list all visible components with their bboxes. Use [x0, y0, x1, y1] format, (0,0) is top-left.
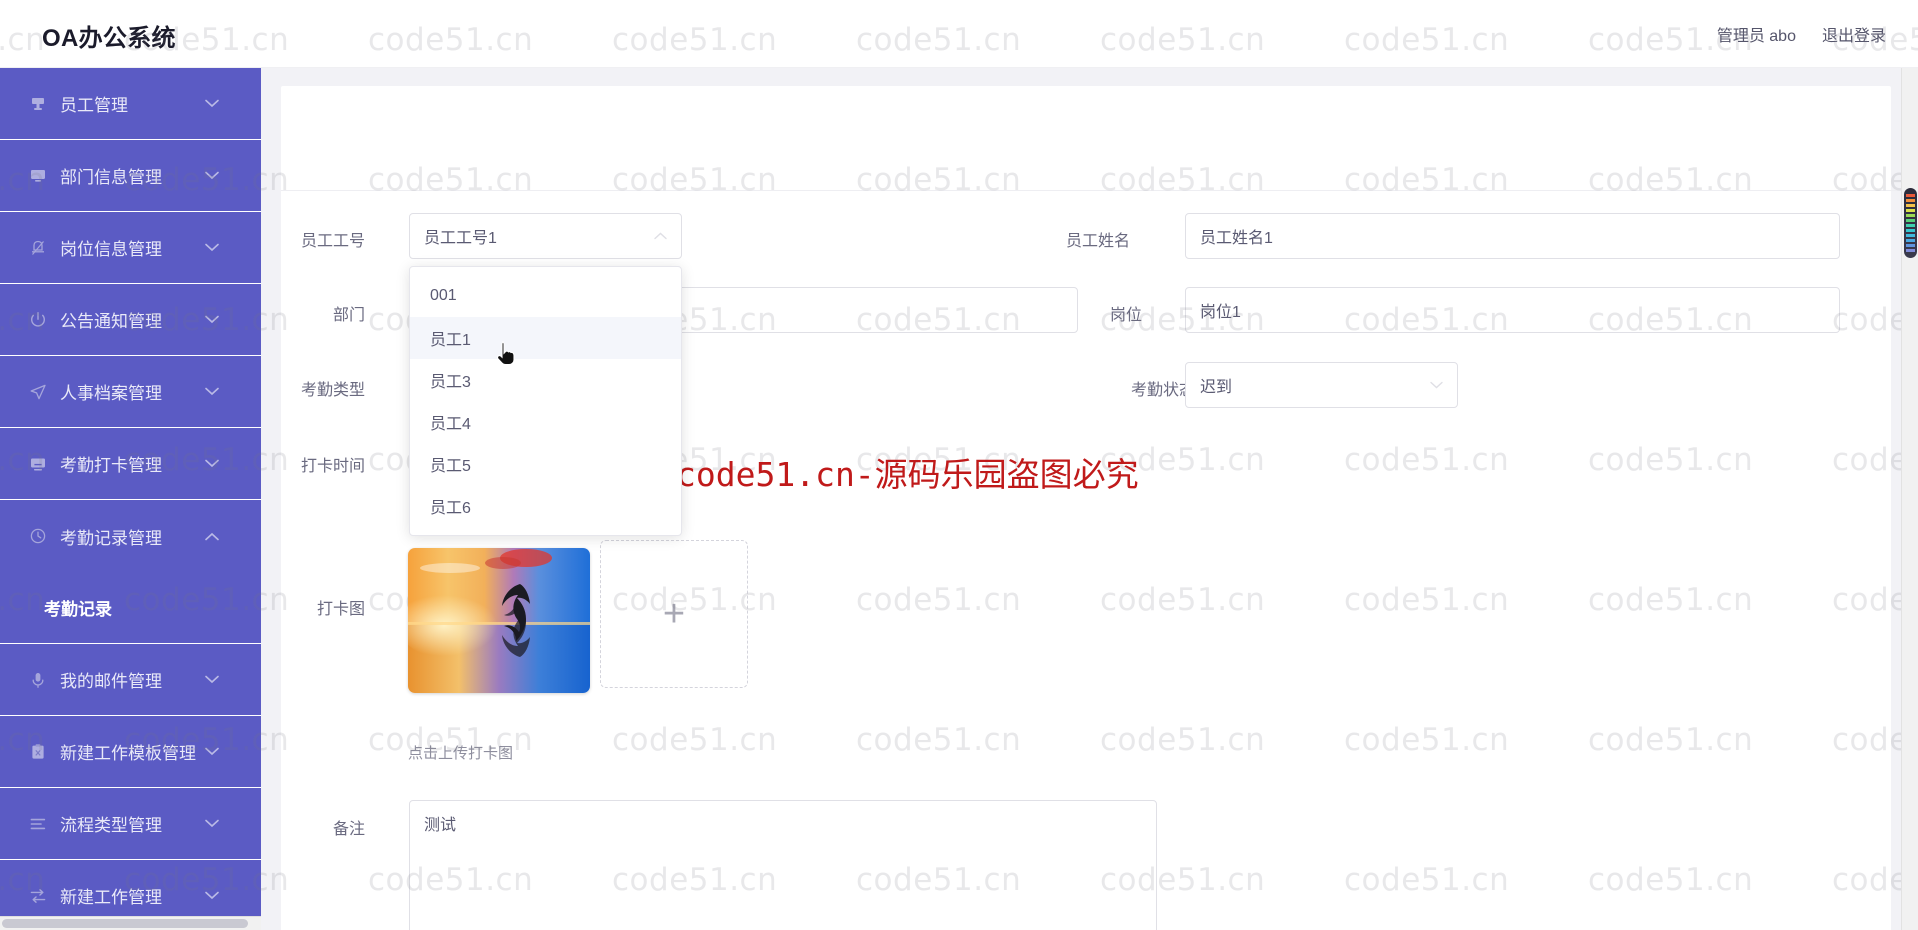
employee-name-value: 员工姓名1 [1200, 230, 1273, 247]
app-logo: OA办公系统 [42, 25, 176, 52]
current-user-label: 管理员 abo [1716, 28, 1796, 45]
chevron-down-icon[interactable] [205, 171, 219, 180]
employee-no-dropdown[interactable]: 001 员工1 员工3 员工4 员工5 员工6 [409, 266, 682, 536]
sidebar-subitem-label: 考勤记录 [44, 600, 112, 619]
sidebar-item-label: 部门信息管理 [60, 168, 162, 187]
chevron-down-icon[interactable] [205, 459, 219, 468]
dropdown-option[interactable]: 员工6 [410, 485, 681, 527]
chevron-down-icon[interactable] [205, 387, 219, 396]
new-work-icon [27, 886, 49, 906]
attendance-type-label: 考勤类型 [300, 382, 365, 399]
upload-hint-text: 点击上传打卡图 [408, 745, 514, 762]
chevron-up-icon[interactable] [654, 227, 667, 245]
position-value: 岗位1 [1200, 304, 1241, 321]
clock-icon [27, 526, 49, 546]
position-icon [27, 238, 49, 258]
personnel-file-icon [27, 382, 49, 402]
remark-label: 备注 [332, 821, 365, 838]
chevron-down-icon[interactable] [1430, 376, 1443, 394]
sidebar-item-employee[interactable]: 员工管理 [0, 68, 261, 140]
sidebar-item-label: 新建工作管理 [60, 888, 162, 907]
department-icon [27, 166, 49, 186]
employee-icon [27, 94, 49, 114]
sidebar-item-label: 流程类型管理 [60, 816, 162, 835]
chevron-down-icon[interactable] [205, 891, 219, 900]
logout-button[interactable]: 退出登录 [1822, 22, 1886, 46]
sidebar-item-personnel-file[interactable]: 人事档案管理 [0, 356, 261, 428]
punch-image-thumbnail[interactable] [408, 548, 590, 693]
position-label: 岗位 [1109, 307, 1142, 324]
plus-icon: + [662, 593, 686, 635]
remark-textarea[interactable]: 测试 [409, 800, 1157, 930]
remark-value: 测试 [424, 817, 457, 834]
punch-time-label: 打卡时间 [300, 458, 365, 475]
sidebar-item-work-template[interactable]: 新建工作模板管理 [0, 716, 261, 788]
red-watermark-text: code51.cn-源码乐园盗图必究 [676, 455, 1139, 494]
dolphin-sunset-image [408, 548, 590, 693]
vertical-scrollbar-thumb[interactable] [1904, 188, 1917, 258]
app-header: OA办公系统 管理员 abo 退出登录 [0, 0, 1918, 68]
upload-add-button[interactable]: + [600, 540, 748, 688]
flow-type-icon [27, 814, 49, 834]
horizontal-scrollbar-track[interactable] [0, 916, 261, 930]
sidebar-item-label: 考勤记录管理 [60, 528, 162, 548]
template-icon [27, 742, 49, 762]
sidebar-item-attendance-record-management[interactable]: 考勤记录管理 [0, 500, 261, 572]
chevron-down-icon[interactable] [205, 747, 219, 756]
employee-no-value: 员工工号1 [424, 230, 497, 247]
sidebar-item-announcement[interactable]: 公告通知管理 [0, 284, 261, 356]
sidebar-item-position[interactable]: 岗位信息管理 [0, 212, 261, 284]
punch-image-label: 打卡图 [316, 601, 365, 618]
sidebar-item-label: 公告通知管理 [60, 312, 162, 331]
sidebar-item-department[interactable]: 部门信息管理 [0, 140, 261, 212]
vertical-scrollbar-track[interactable] [1901, 68, 1918, 930]
attendance-punch-icon [27, 454, 49, 474]
header-right-group: 管理员 abo 退出登录 [1717, 22, 1886, 46]
sidebar-item-label: 员工管理 [60, 96, 128, 115]
employee-name-label: 员工姓名 [1065, 233, 1130, 250]
dropdown-option[interactable]: 员工3 [410, 359, 681, 401]
sidebar-item-attendance-punch[interactable]: 考勤打卡管理 [0, 428, 261, 500]
sidebar-item-label: 人事档案管理 [60, 384, 162, 403]
chevron-up-icon[interactable] [205, 532, 219, 541]
sidebar-nav[interactable]: 员工管理 部门信息管理 岗位信息管理 公告通知管理 人事档案管理 考勤打卡管理 … [0, 68, 261, 930]
employee-no-select[interactable]: 员工工号1 [409, 213, 682, 259]
oa-application: OA办公系统 管理员 abo 退出登录 员工管理 部门信息管理 岗位信息管理 公… [0, 0, 1918, 930]
chevron-down-icon[interactable] [205, 675, 219, 684]
horizontal-scrollbar-thumb[interactable] [2, 919, 248, 928]
sidebar-item-label: 我的邮件管理 [60, 672, 162, 691]
dropdown-option[interactable]: 员工5 [410, 443, 681, 485]
sidebar-item-label: 岗位信息管理 [60, 240, 162, 259]
sidebar-subitem-attendance-record[interactable]: 考勤记录 [0, 572, 261, 644]
mail-icon [27, 670, 49, 690]
sidebar-item-flow-type[interactable]: 流程类型管理 [0, 788, 261, 860]
attendance-status-select[interactable]: 迟到 [1185, 362, 1458, 408]
attendance-status-value: 迟到 [1200, 379, 1233, 396]
announcement-icon [27, 310, 49, 330]
employee-name-input[interactable]: 员工姓名1 [1185, 213, 1840, 259]
department-label: 部门 [332, 307, 365, 324]
dropdown-option[interactable]: 001 [410, 275, 681, 317]
chevron-down-icon[interactable] [205, 243, 219, 252]
chevron-down-icon[interactable] [205, 315, 219, 324]
dropdown-option[interactable]: 员工1 [410, 317, 681, 359]
position-input[interactable]: 岗位1 [1185, 287, 1840, 333]
sidebar-item-label: 考勤打卡管理 [60, 456, 162, 475]
sidebar-item-my-mail[interactable]: 我的邮件管理 [0, 644, 261, 716]
chevron-down-icon[interactable] [205, 819, 219, 828]
dropdown-option[interactable]: 员工4 [410, 401, 681, 443]
sidebar-item-label: 新建工作模板管理 [60, 744, 196, 763]
attendance-status-label: 考勤状态 [1130, 382, 1195, 399]
employee-no-label: 员工工号 [300, 233, 365, 250]
chevron-down-icon[interactable] [205, 99, 219, 108]
